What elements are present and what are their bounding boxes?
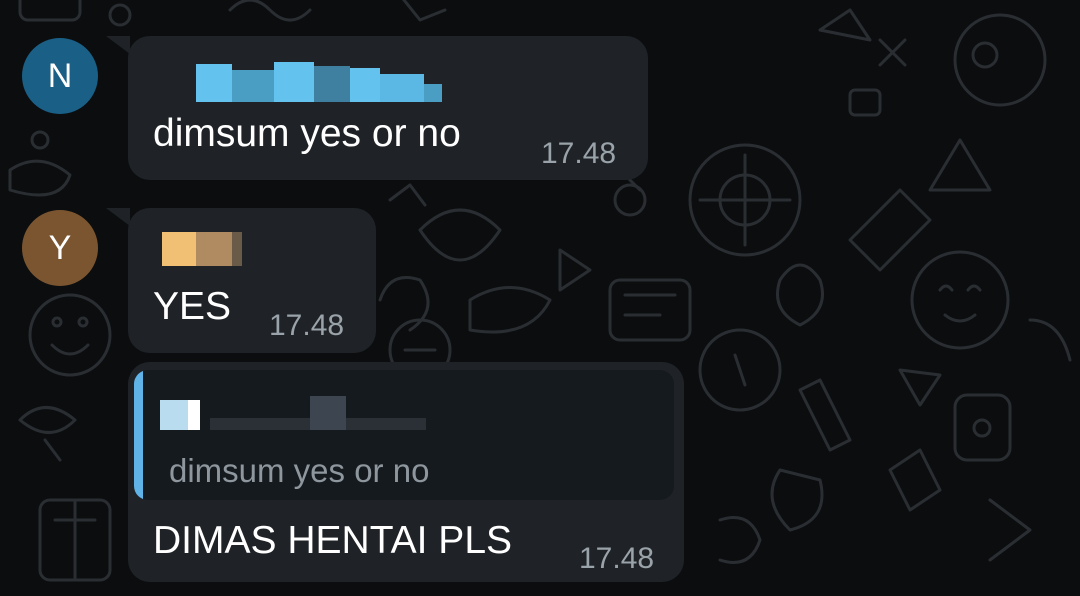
reply-accent-bar — [134, 370, 143, 500]
message-bubble[interactable]: YES 17.48 — [128, 208, 376, 353]
message-time: 17.48 — [541, 137, 617, 170]
reply-preview[interactable]: dimsum yes or no — [134, 370, 674, 500]
avatar-n[interactable]: N — [22, 38, 98, 114]
bubble-tail — [106, 208, 130, 226]
sender-name-redacted — [196, 62, 442, 102]
message-text: dimsum yes or no — [153, 112, 461, 155]
avatar-letter: N — [47, 56, 73, 95]
message-time: 17.48 — [579, 542, 655, 575]
message-bubble[interactable]: dimsum yes or no 17.48 — [128, 36, 648, 180]
message-text: DIMAS HENTAI PLS — [153, 519, 513, 562]
avatar-y[interactable]: Y — [22, 210, 98, 286]
message-text: YES — [153, 285, 232, 328]
reply-quote-text: dimsum yes or no — [169, 452, 430, 489]
avatar-letter: Y — [48, 228, 72, 267]
sender-name-redacted — [162, 226, 242, 266]
bubble-tail — [106, 36, 130, 54]
reply-sender-redacted — [160, 390, 426, 430]
message-time: 17.48 — [269, 309, 345, 342]
message-bubble[interactable]: dimsum yes or no DIMAS HENTAI PLS 17.48 — [128, 362, 684, 582]
